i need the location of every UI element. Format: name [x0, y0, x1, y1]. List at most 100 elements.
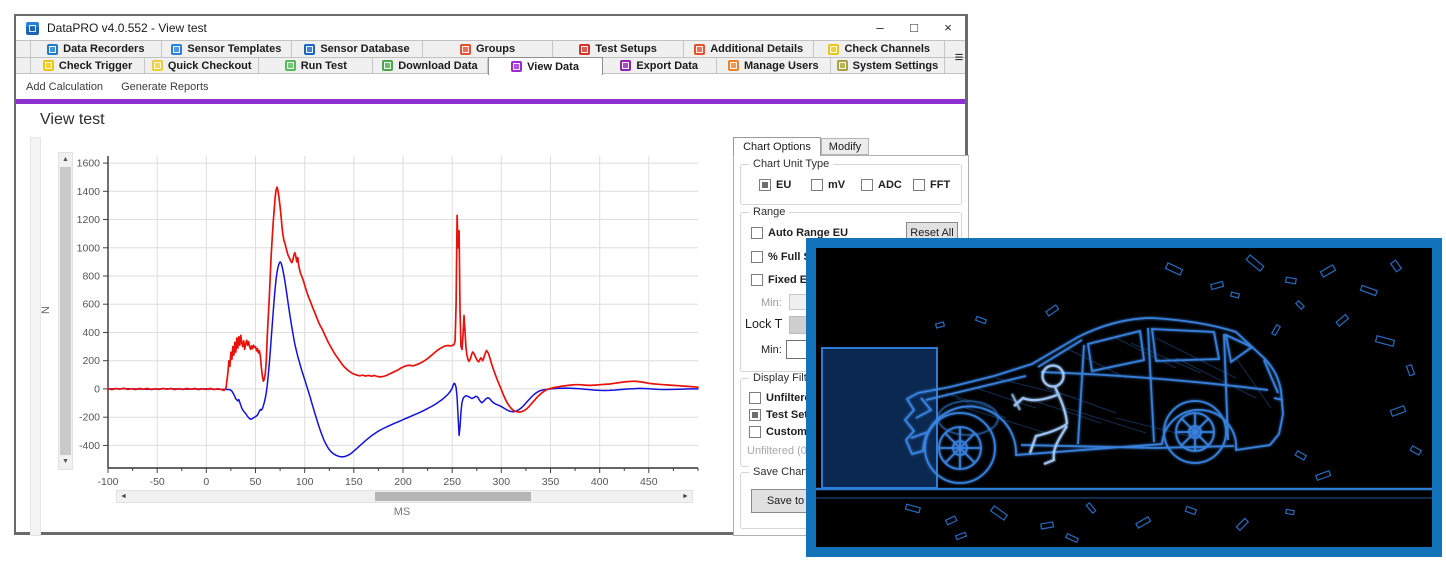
system-settings-icon — [837, 60, 848, 71]
adc-checkbox-box[interactable] — [861, 179, 873, 191]
screen: DataPRO v4.0.552 - View test – □ × Data … — [0, 0, 1446, 563]
svg-text:1600: 1600 — [77, 158, 101, 170]
svg-text:250: 250 — [443, 476, 461, 488]
chart-vertical-scrollbar[interactable]: ▲ ▼ — [58, 152, 73, 470]
crash-test-wireframe — [816, 248, 1432, 547]
unfiltered-checkbox-box[interactable] — [749, 392, 761, 404]
fft-checkbox[interactable]: FFT — [913, 179, 950, 191]
tab-groups[interactable]: Groups — [423, 41, 554, 57]
data-recorders-icon — [47, 44, 58, 55]
svg-text:400: 400 — [82, 327, 100, 339]
tab-export-data[interactable]: Export Data — [603, 58, 717, 73]
tab-system-settings[interactable]: System Settings — [831, 58, 945, 73]
scroll-left-icon[interactable]: ◄ — [117, 491, 130, 502]
window-title: DataPRO v4.0.552 - View test — [47, 21, 863, 35]
minimize-button[interactable]: – — [863, 17, 897, 39]
check-trigger-icon — [43, 60, 54, 71]
svg-text:-200: -200 — [79, 412, 100, 424]
test-setups-icon — [579, 44, 590, 55]
menu-generate-reports[interactable]: Generate Reports — [121, 81, 208, 93]
svg-text:0: 0 — [203, 476, 209, 488]
ribbon-row-1: Data Recorders Sensor Templates Sensor D… — [16, 40, 965, 57]
svg-text:50: 50 — [250, 476, 262, 488]
tab-modify[interactable]: Modify — [821, 138, 869, 155]
tab-sensor-database[interactable]: Sensor Database — [292, 41, 423, 57]
additional-details-icon — [694, 44, 705, 55]
full-scale-checkbox-box[interactable] — [751, 251, 763, 263]
line-chart[interactable]: -100-50050100150200250300350400450-400-2… — [72, 150, 704, 490]
svg-text:100: 100 — [296, 476, 314, 488]
y-axis-label: N — [40, 306, 52, 314]
svg-text:400: 400 — [591, 476, 609, 488]
manage-users-icon — [728, 60, 739, 71]
horizontal-scroll-thumb[interactable] — [375, 492, 531, 501]
tab-download-data[interactable]: Download Data — [373, 58, 487, 73]
svg-text:-100: -100 — [97, 476, 118, 488]
titlebar: DataPRO v4.0.552 - View test – □ × — [16, 16, 965, 40]
chart-horizontal-scrollbar[interactable]: ◄ ► — [116, 490, 693, 503]
accent-divider — [16, 99, 965, 104]
tab-chart-options[interactable]: Chart Options — [733, 137, 821, 156]
custom-checkbox[interactable]: Custom — [749, 426, 807, 438]
tab-test-setups[interactable]: Test Setups — [553, 41, 684, 57]
svg-text:350: 350 — [542, 476, 560, 488]
mv-checkbox-box[interactable] — [811, 179, 823, 191]
tab-run-test[interactable]: Run Test — [259, 58, 373, 73]
eu-checkbox-box[interactable] — [759, 179, 771, 191]
mv-checkbox[interactable]: mV — [811, 179, 845, 191]
content-left-scroll-gutter — [30, 137, 41, 536]
auto-range-checkbox-box[interactable] — [751, 227, 763, 239]
test-setup-checkbox-box[interactable] — [749, 409, 761, 421]
fft-checkbox-box[interactable] — [913, 179, 925, 191]
tab-check-trigger[interactable]: Check Trigger — [30, 58, 145, 73]
sensor-templates-icon — [171, 44, 182, 55]
tab-sensor-templates[interactable]: Sensor Templates — [162, 41, 293, 57]
custom-checkbox-box[interactable] — [749, 426, 761, 438]
chart-unit-type-group: Chart Unit Type EU mV ADC FFT — [740, 164, 962, 205]
svg-text:1400: 1400 — [77, 186, 101, 198]
svg-text:1200: 1200 — [77, 214, 101, 226]
groups-icon — [460, 44, 471, 55]
tab-quick-checkout[interactable]: Quick Checkout — [145, 58, 259, 73]
maximize-button[interactable]: □ — [897, 17, 931, 39]
tab-view-data[interactable]: View Data — [488, 57, 603, 75]
page-title: View test — [40, 111, 105, 129]
svg-text:-50: -50 — [150, 476, 165, 488]
crash-barrier — [822, 348, 937, 488]
x-axis-label: MS — [372, 506, 432, 518]
adc-checkbox[interactable]: ADC — [861, 179, 902, 191]
svg-text:600: 600 — [82, 299, 100, 311]
min-label-disabled: Min: — [761, 297, 782, 309]
menubar: Add Calculation Generate Reports — [16, 74, 965, 99]
svg-text:0: 0 — [94, 383, 100, 395]
svg-text:450: 450 — [640, 476, 658, 488]
tab-check-channels[interactable]: Check Channels — [814, 41, 945, 57]
tab-manage-users[interactable]: Manage Users — [717, 58, 831, 73]
vertical-scroll-thumb[interactable] — [60, 167, 71, 455]
hamburger-menu-icon[interactable]: ≡ — [950, 42, 968, 72]
crash-test-image — [806, 238, 1442, 557]
svg-text:800: 800 — [82, 271, 100, 283]
close-button[interactable]: × — [931, 17, 965, 39]
eu-checkbox[interactable]: EU — [759, 179, 791, 191]
app-icon — [26, 22, 39, 35]
filter-combo-text: Unfiltered (0) — [747, 445, 811, 457]
run-test-icon — [285, 60, 296, 71]
view-data-icon — [511, 61, 522, 72]
sensor-database-icon — [304, 44, 315, 55]
check-channels-icon — [828, 44, 839, 55]
fixed-eu-checkbox-box[interactable] — [751, 274, 763, 286]
download-data-icon — [382, 60, 393, 71]
menu-add-calculation[interactable]: Add Calculation — [26, 81, 103, 93]
svg-text:200: 200 — [394, 476, 412, 488]
svg-text:1000: 1000 — [77, 242, 101, 254]
svg-text:200: 200 — [82, 355, 100, 367]
tab-additional-details[interactable]: Additional Details — [684, 41, 815, 57]
tab-data-recorders[interactable]: Data Recorders — [30, 41, 162, 57]
scroll-right-icon[interactable]: ► — [679, 491, 692, 502]
scroll-up-icon[interactable]: ▲ — [59, 153, 72, 167]
svg-text:150: 150 — [345, 476, 363, 488]
export-data-icon — [620, 60, 631, 71]
scroll-down-icon[interactable]: ▼ — [59, 455, 72, 469]
svg-text:300: 300 — [493, 476, 511, 488]
